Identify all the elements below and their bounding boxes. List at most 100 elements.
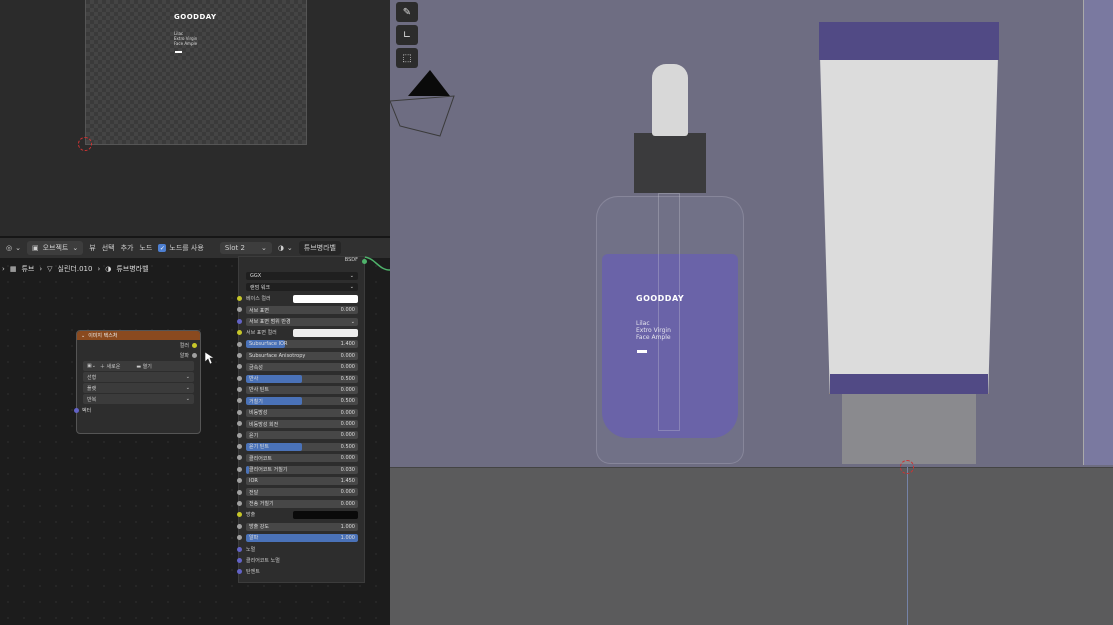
bottle-label-text: Lilac Extro Virgin Face Ample: [636, 320, 671, 341]
image-texture-node[interactable]: ⌄ 이미지 텍스처 컬러 알파 ▣⌄ ＋ 새로운 ▬ 열기 선형 ⌄ 플랫 ⌄ 반복 ⌄…: [74, 330, 201, 434]
menu-add[interactable]: 추가: [121, 243, 134, 253]
value-slider[interactable]: 반사 틴트 0.000: [246, 385, 358, 394]
menu-view[interactable]: 뷰: [89, 243, 95, 253]
input-label: 윤기: [249, 432, 259, 439]
input-socket[interactable]: [237, 523, 242, 529]
editor-type-button[interactable]: ◎ ⌄: [6, 244, 21, 252]
value-slider[interactable]: 방출 강도 1.000: [246, 522, 358, 531]
input-socket[interactable]: [237, 535, 242, 541]
value-slider[interactable]: 비등방성 회전 0.000: [246, 420, 358, 429]
cosmetic-tube[interactable]: [819, 22, 999, 394]
input-socket[interactable]: [237, 466, 242, 472]
distribution-row: GGX ⌄: [239, 270, 364, 281]
input-socket[interactable]: [237, 398, 242, 404]
value-slider[interactable]: 윤기 틴트 0.500: [246, 442, 358, 451]
input-socket[interactable]: [237, 557, 242, 563]
image-icon[interactable]: ▣⌄: [87, 363, 96, 369]
input-socket[interactable]: [237, 432, 242, 438]
input-socket[interactable]: [237, 455, 242, 461]
value-slider[interactable]: 알파 1.000: [246, 533, 358, 542]
camera-object[interactable]: [390, 66, 460, 138]
input-socket[interactable]: [237, 341, 242, 347]
node-header[interactable]: ⌄ 이미지 텍스처: [77, 331, 200, 340]
input-socket[interactable]: [237, 352, 242, 358]
bsdf-inputs: 베이스 컬러 서브 표면 0.000 서브 표면 범위 반경 ⌄ 서브 표면 컬러 Subs…: [237, 293, 364, 578]
input-socket[interactable]: [237, 330, 242, 336]
value-slider[interactable]: 클리어코트 거칠기 0.030: [246, 465, 358, 474]
subsurface-method-dropdown[interactable]: 랜덤 워크 ⌄: [246, 283, 358, 292]
vector-socket[interactable]: [74, 407, 79, 413]
color-swatch[interactable]: [293, 511, 358, 520]
input-socket[interactable]: [237, 512, 242, 518]
bsdf-input-row: 반사 틴트 0.000: [237, 384, 364, 395]
add-cube-tool[interactable]: ⬚: [396, 48, 418, 68]
value-slider[interactable]: 클리어코트 0.000: [246, 454, 358, 463]
dropdown-value: 반복: [87, 396, 97, 403]
3d-viewport[interactable]: ✎ ∟ ⬚ GOODDAY Lilac Extro Virgin Face Am…: [390, 0, 1113, 625]
value-slider[interactable]: Subsurface IOR 1.400: [246, 340, 358, 349]
texture-line: Face Ample: [174, 41, 198, 46]
breadcrumb-mesh: 실린더.010: [57, 265, 93, 273]
input-socket[interactable]: [237, 546, 242, 552]
menu-select[interactable]: 선택: [102, 243, 115, 253]
object-mode-dropdown[interactable]: ▣ 오브젝트 ⌄: [26, 241, 84, 255]
2d-cursor[interactable]: [78, 137, 92, 151]
color-socket[interactable]: [192, 342, 197, 348]
input-socket[interactable]: [237, 478, 242, 484]
chevron-down-icon: ⌄: [185, 385, 190, 391]
input-label: 클리어코트: [249, 455, 273, 462]
distribution-dropdown[interactable]: GGX ⌄: [246, 272, 358, 280]
color-swatch[interactable]: [293, 294, 358, 303]
material-name-field[interactable]: 튜브병라벨: [298, 241, 341, 255]
new-image-button[interactable]: ＋ 새로운: [100, 363, 120, 370]
extension-dropdown[interactable]: 반복 ⌄: [83, 394, 194, 404]
annotate-tool[interactable]: ✎: [396, 2, 418, 22]
alpha-socket[interactable]: [192, 352, 197, 358]
bsdf-input-row: IOR 1.450: [237, 475, 364, 486]
bsdf-input-row: 전송 거칠기 0.000: [237, 498, 364, 509]
input-label: 서브 표면: [249, 307, 269, 314]
principled-bsdf-node[interactable]: BSDF GGX ⌄ 랜덤 워크 ⌄ 베이스 컬러 서브 표면 0.000 서브 표면 범…: [237, 256, 367, 583]
object-origin[interactable]: [900, 460, 914, 474]
bsdf-input-row: 노멀: [237, 543, 364, 554]
value-slider[interactable]: 전달 0.000: [246, 488, 358, 497]
dropper-tube: [658, 193, 680, 431]
menu-node[interactable]: 노드: [139, 243, 152, 253]
input-socket[interactable]: [237, 501, 242, 506]
input-socket[interactable]: [237, 444, 242, 450]
bsdf-input-row: 전달 0.000: [237, 486, 364, 497]
color-swatch[interactable]: [293, 328, 358, 337]
material-browse-button[interactable]: ◑ ⌄: [278, 244, 293, 252]
value-slider[interactable]: IOR 1.450: [246, 477, 358, 486]
input-socket[interactable]: [237, 569, 242, 575]
value-slider[interactable]: 금속성 0.000: [246, 363, 358, 372]
value-slider[interactable]: 반사 0.500: [246, 374, 358, 383]
input-label: 윤기 틴트: [249, 444, 269, 451]
slot-dropdown[interactable]: Slot 2 ⌄: [219, 242, 272, 254]
input-socket[interactable]: [237, 387, 242, 393]
vector-dropdown[interactable]: 서브 표면 범위 반경 ⌄: [246, 317, 358, 326]
projection-dropdown[interactable]: 플랫 ⌄: [83, 383, 194, 393]
value-slider[interactable]: 전송 거칠기 0.000: [246, 499, 358, 508]
value-slider[interactable]: 서브 표면 0.000: [246, 306, 358, 315]
input-socket[interactable]: [237, 307, 242, 313]
input-socket[interactable]: [237, 318, 242, 324]
input-socket[interactable]: [237, 489, 242, 495]
value-slider[interactable]: 윤기 0.000: [246, 431, 358, 440]
bsdf-socket[interactable]: [362, 259, 367, 264]
texture-canvas[interactable]: GOODDAY Lilac Extro Virgin Face Ample: [85, 0, 307, 145]
input-socket[interactable]: [237, 409, 242, 415]
value-slider[interactable]: Subsurface Anisotropy 0.000: [246, 351, 358, 360]
value-slider[interactable]: 비등방성 0.000: [246, 408, 358, 417]
value-slider[interactable]: 거칠기 0.500: [246, 397, 358, 406]
image-editor[interactable]: GOODDAY Lilac Extro Virgin Face Ample: [0, 0, 390, 237]
measure-tool[interactable]: ∟: [396, 25, 418, 45]
input-socket[interactable]: [237, 375, 242, 381]
input-socket[interactable]: [237, 421, 242, 427]
input-socket[interactable]: [237, 364, 242, 370]
adjacent-product[interactable]: [1083, 0, 1113, 465]
open-image-button[interactable]: ▬ 열기: [136, 363, 152, 370]
use-nodes-toggle[interactable]: ✓ 노드를 사용: [158, 243, 204, 253]
interpolation-dropdown[interactable]: 선형 ⌄: [83, 372, 194, 382]
input-socket[interactable]: [237, 295, 242, 301]
